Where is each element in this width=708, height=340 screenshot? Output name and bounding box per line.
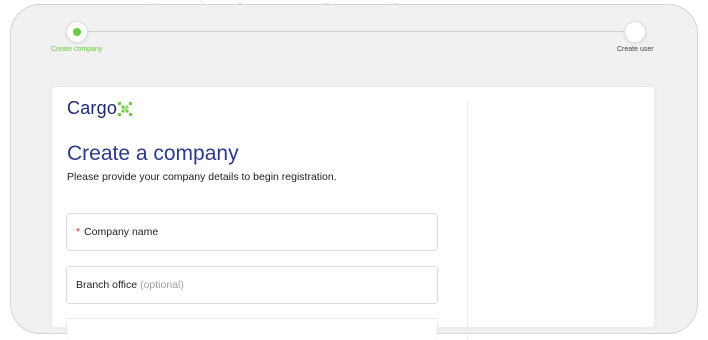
page-title: Create a company (67, 142, 239, 165)
cargox-logo: Cargo (67, 97, 133, 119)
optional-indicator: (optional) (140, 279, 184, 291)
branch-office-field[interactable]: Branch office (optional) (66, 266, 438, 304)
company-name-field[interactable]: * Company name (66, 213, 438, 251)
step-create-user-indicator[interactable] (624, 21, 646, 43)
company-name-label: Company name (84, 226, 159, 238)
cargox-x-icon (118, 102, 133, 116)
required-indicator: * (76, 226, 81, 238)
card-divider (467, 100, 468, 340)
branch-office-label: Branch office (76, 279, 138, 291)
registration-stepper: Create company Create user (0, 0, 708, 60)
step-create-user-label: Create user (617, 46, 654, 53)
registration-card: Cargo Create a company Please provide yo… (52, 87, 654, 340)
next-field-partial[interactable] (66, 318, 438, 338)
step-create-company-label: Create company (51, 46, 103, 53)
step-create-company-indicator[interactable] (66, 21, 88, 43)
logo-text: Cargo (67, 97, 118, 118)
page-subtitle: Please provide your company details to b… (67, 171, 337, 183)
stepper-track (75, 31, 635, 32)
